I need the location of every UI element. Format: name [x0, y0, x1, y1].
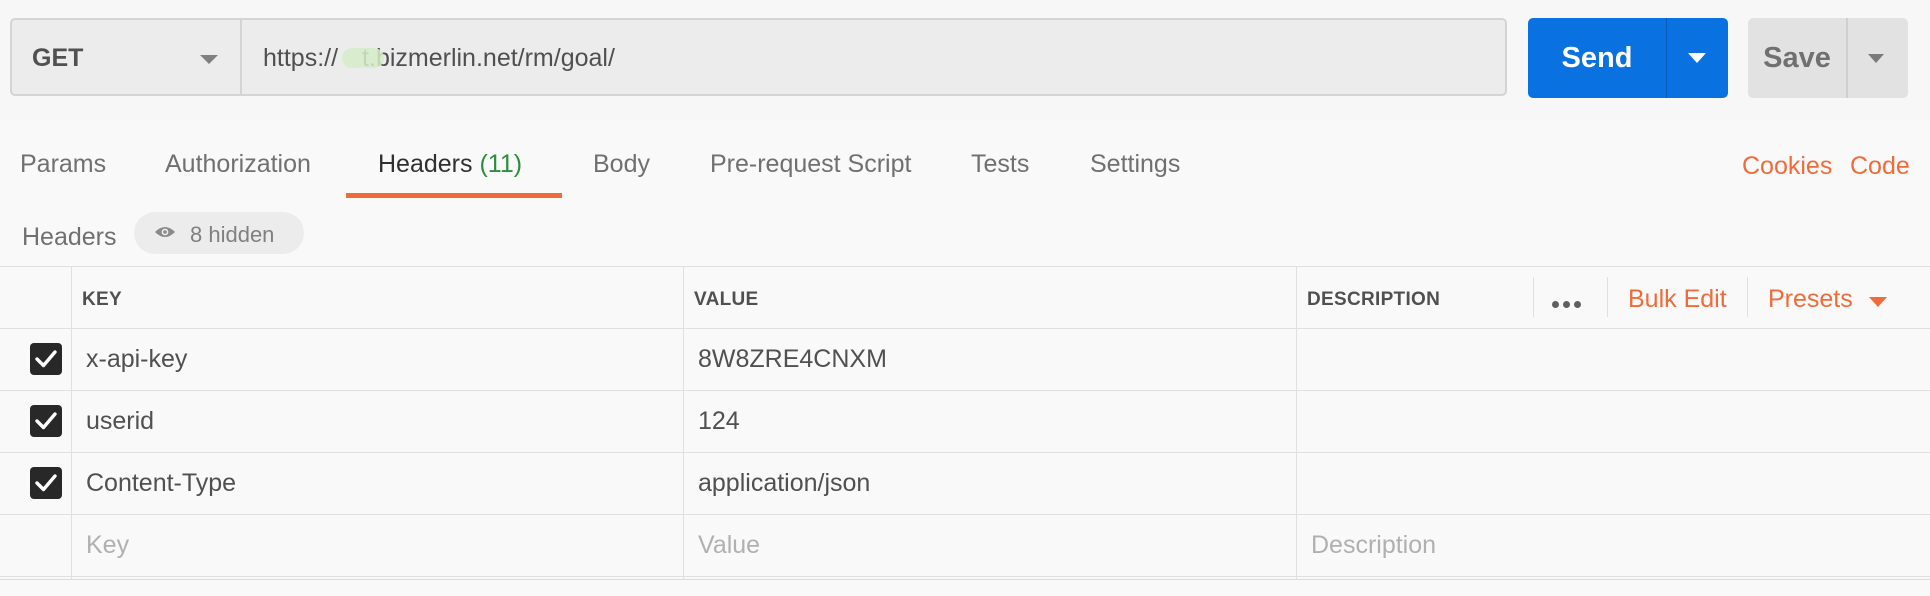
active-tab-indicator: [346, 193, 562, 198]
checkmark-icon: [35, 474, 57, 492]
tab-headers[interactable]: Headers (11): [378, 150, 522, 179]
presets-dropdown[interactable]: Presets: [1768, 285, 1853, 314]
hidden-count-label: 8 hidden: [190, 222, 275, 247]
headers-title: Headers: [22, 223, 117, 251]
header-separator: [1533, 277, 1534, 317]
more-options-icon[interactable]: [1552, 295, 1585, 313]
tab-body[interactable]: Body: [593, 150, 650, 179]
row-checkbox[interactable]: [30, 343, 62, 375]
send-button[interactable]: Send: [1528, 18, 1728, 98]
column-header-value: VALUE: [694, 289, 759, 310]
save-divider: [1846, 18, 1848, 98]
headers-table: KEY VALUE DESCRIPTION Bulk Edit Presets …: [0, 267, 1930, 580]
bulk-edit-link[interactable]: Bulk Edit: [1628, 285, 1727, 314]
column-header-description: DESCRIPTION: [1307, 289, 1441, 310]
table-row: x-api-key 8W8ZRE4CNXM: [0, 329, 1930, 391]
method-label: GET: [32, 44, 84, 72]
checkmark-icon: [35, 350, 57, 368]
row-checkbox[interactable]: [30, 467, 62, 499]
send-label: Send: [1561, 42, 1633, 74]
header-key-cell[interactable]: userid: [86, 407, 154, 436]
send-divider: [1666, 18, 1667, 98]
header-key-cell[interactable]: Content-Type: [86, 469, 236, 498]
header-value-cell[interactable]: 124: [698, 407, 740, 436]
tab-authorization[interactable]: Authorization: [165, 150, 311, 179]
code-link[interactable]: Code: [1850, 152, 1910, 181]
request-tabs: Params Authorization Headers (11) Body P…: [0, 120, 1930, 201]
url-text: https://t.bizmerlin.net/rm/goal/: [263, 44, 615, 72]
url-input[interactable]: https://t.bizmerlin.net/rm/goal/: [240, 18, 1507, 96]
new-value-input[interactable]: Value: [698, 531, 760, 560]
save-label: Save: [1763, 42, 1831, 74]
method-select[interactable]: GET: [10, 18, 240, 96]
header-separator: [1607, 277, 1608, 317]
chevron-down-icon: [200, 55, 218, 64]
cookies-link[interactable]: Cookies: [1742, 152, 1832, 181]
tab-pre-request-script[interactable]: Pre-request Script: [710, 150, 911, 179]
header-value-cell[interactable]: application/json: [698, 469, 870, 498]
header-value-cell[interactable]: 8W8ZRE4CNXM: [698, 345, 887, 374]
headers-toolbar: Headers 8 hidden: [0, 200, 1930, 267]
tab-tests[interactable]: Tests: [971, 150, 1029, 179]
tab-settings[interactable]: Settings: [1090, 150, 1180, 179]
table-row: userid 124: [0, 391, 1930, 453]
eye-icon: [155, 227, 175, 237]
row-checkbox[interactable]: [30, 405, 62, 437]
table-header-row: KEY VALUE DESCRIPTION Bulk Edit Presets: [0, 267, 1930, 329]
table-row: Content-Type application/json: [0, 453, 1930, 515]
table-row-new: Key Value Description: [0, 515, 1930, 577]
column-header-key: KEY: [82, 289, 122, 310]
save-button[interactable]: Save: [1748, 18, 1908, 98]
tab-headers-label: Headers: [378, 150, 473, 178]
header-separator: [1747, 277, 1748, 317]
new-description-input[interactable]: Description: [1311, 531, 1436, 560]
tab-params[interactable]: Params: [20, 150, 106, 179]
header-key-cell[interactable]: x-api-key: [86, 345, 187, 374]
request-bar: GET https://t.bizmerlin.net/rm/goal/ Sen…: [0, 0, 1930, 121]
tab-headers-count: (11): [479, 150, 523, 178]
new-key-input[interactable]: Key: [86, 531, 129, 560]
presets-caret-icon[interactable]: [1869, 297, 1887, 307]
hidden-headers-toggle[interactable]: 8 hidden: [134, 212, 304, 254]
save-options-icon[interactable]: [1868, 54, 1884, 63]
send-options-icon[interactable]: [1688, 53, 1706, 63]
checkmark-icon: [35, 412, 57, 430]
redaction-smudge: [342, 48, 384, 68]
